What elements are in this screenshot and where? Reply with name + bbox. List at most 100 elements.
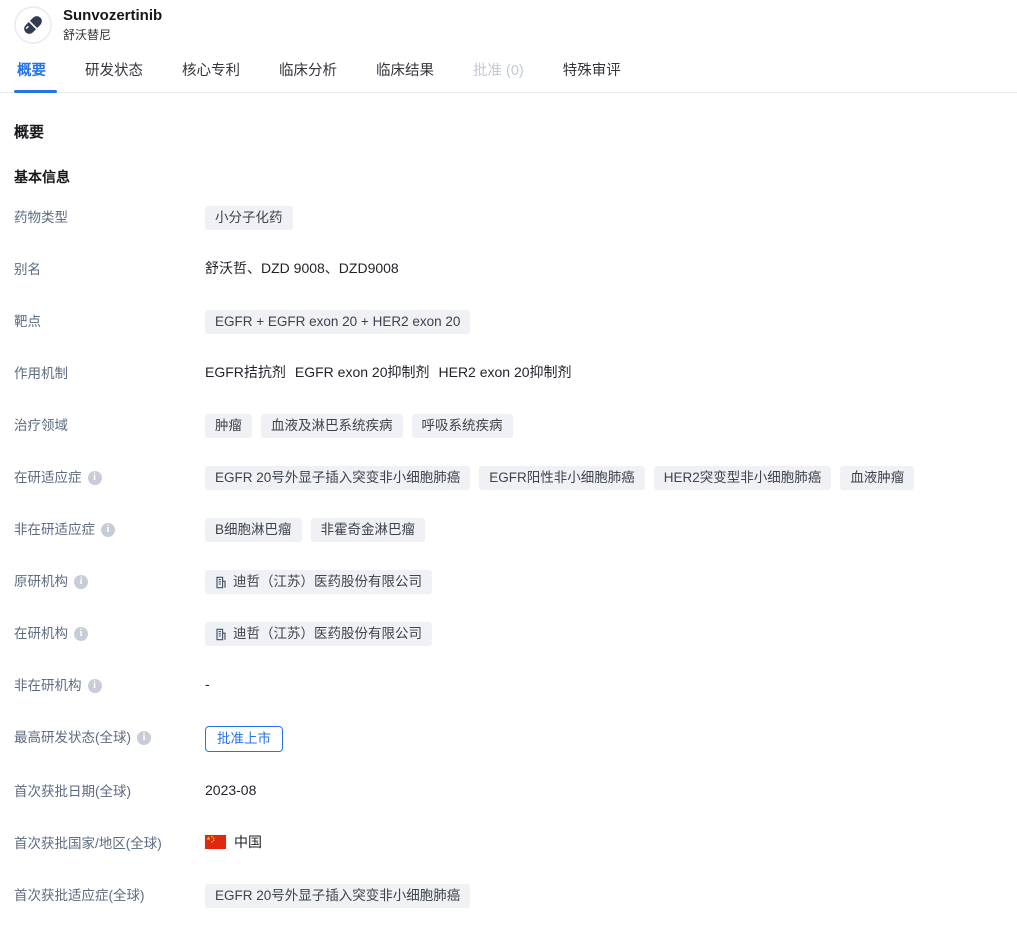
tab-label: 临床分析: [279, 63, 337, 79]
field-label-text: 在研机构: [14, 625, 68, 642]
field-value: EGFR + EGFR exon 20 + HER2 exon 20: [205, 310, 1003, 334]
field-label-text: 非在研机构: [14, 677, 82, 694]
field-row-therapy-area: 治疗领域 肿瘤血液及淋巴系统疾病呼吸系统疾病: [14, 414, 1003, 438]
tag-therapy-area[interactable]: 血液及淋巴系统疾病: [261, 414, 403, 438]
field-label-text: 非在研适应症: [14, 521, 95, 538]
field-row-target: 靶点 EGFR + EGFR exon 20 + HER2 exon 20: [14, 310, 1003, 334]
field-label-text: 药物类型: [14, 209, 68, 226]
field-value: 中国: [205, 832, 1003, 852]
field-label: 首次获批国家/地区(全球): [14, 832, 205, 852]
field-label: 首次获批适应症(全球): [14, 884, 205, 904]
field-row-alias: 别名 舒沃哲、DZD 9008、DZD9008: [14, 258, 1003, 282]
info-icon[interactable]: [101, 523, 115, 537]
country-value: 中国: [205, 832, 262, 852]
overview-content: 概要 基本信息 药物类型 小分子化药 别名 舒沃哲、DZD 9008、DZD90…: [0, 121, 1017, 908]
field-label: 靶点: [14, 310, 205, 330]
field-value: EGFR拮抗剂 EGFR exon 20抑制剂 HER2 exon 20抑制剂: [205, 362, 1003, 382]
field-label: 非在研适应症: [14, 518, 205, 538]
tab-label: 批准 (0): [473, 63, 524, 79]
field-value: EGFR 20号外显子插入突变非小细胞肺癌 EGFR阳性非小细胞肺癌 HER2突变型…: [205, 466, 1003, 490]
field-value: 肿瘤血液及淋巴系统疾病呼吸系统疾病: [205, 414, 1003, 438]
subsection-title: 基本信息: [14, 167, 1003, 187]
field-row-originator-org: 原研机构 迪哲（江苏）医药股份有限公司: [14, 570, 1003, 594]
fields-list: 药物类型 小分子化药 别名 舒沃哲、DZD 9008、DZD9008 靶点 EG…: [14, 206, 1003, 908]
value-item-mechanism: EGFR拮抗剂: [205, 362, 286, 382]
tag-active-indications[interactable]: 血液肿瘤: [840, 466, 914, 490]
field-label: 非在研机构: [14, 674, 205, 694]
field-label: 别名: [14, 258, 205, 278]
field-label-text: 首次获批国家/地区(全球): [14, 835, 162, 852]
value-text-alias: 舒沃哲、DZD 9008、DZD9008: [205, 258, 399, 278]
china-flag-icon: [205, 835, 226, 849]
tab-overview[interactable]: 概要: [14, 50, 49, 92]
info-icon[interactable]: [137, 731, 151, 745]
field-label-text: 在研适应症: [14, 469, 82, 486]
capsule-icon: [14, 6, 52, 44]
info-icon[interactable]: [88, 679, 102, 693]
field-row-active-org: 在研机构 迪哲（江苏）医药股份有限公司: [14, 622, 1003, 646]
field-label: 在研适应症: [14, 466, 205, 486]
tag-target[interactable]: EGFR + EGFR exon 20 + HER2 exon 20: [205, 310, 470, 334]
tab-special-review[interactable]: 特殊审评: [560, 50, 624, 92]
field-row-active-indications: 在研适应症 EGFR 20号外显子插入突变非小细胞肺癌 EGFR阳性非小细胞肺癌 H…: [14, 466, 1003, 490]
tab-clinical-analysis[interactable]: 临床分析: [276, 50, 340, 92]
field-row-inactive-org: 非在研机构 -: [14, 674, 1003, 698]
field-row-inactive-indications: 非在研适应症 B细胞淋巴瘤非霍奇金淋巴瘤: [14, 518, 1003, 542]
field-label-text: 原研机构: [14, 573, 68, 590]
tab-core-patents[interactable]: 核心专利: [179, 50, 243, 92]
tag-therapy-area[interactable]: 肿瘤: [205, 414, 252, 438]
field-value: 迪哲（江苏）医药股份有限公司: [205, 570, 1003, 594]
field-value: 舒沃哲、DZD 9008、DZD9008: [205, 258, 1003, 278]
field-label-text: 别名: [14, 261, 41, 278]
org-tag-active-org[interactable]: 迪哲（江苏）医药股份有限公司: [205, 622, 432, 646]
tab-approvals: 批准 (0): [470, 50, 527, 92]
field-label: 在研机构: [14, 622, 205, 642]
field-value: -: [205, 674, 1003, 694]
field-label-text: 作用机制: [14, 365, 68, 382]
tag-active-indications[interactable]: HER2突变型非小细胞肺癌: [654, 466, 832, 490]
org-tag-originator-org[interactable]: 迪哲（江苏）医药股份有限公司: [205, 570, 432, 594]
info-icon[interactable]: [74, 627, 88, 641]
tab-label: 临床结果: [376, 63, 434, 79]
field-row-mechanism: 作用机制 EGFR拮抗剂 EGFR exon 20抑制剂 HER2 exon 20抑…: [14, 362, 1003, 386]
tag-drug-type[interactable]: 小分子化药: [205, 206, 293, 230]
field-label: 原研机构: [14, 570, 205, 590]
field-row-highest-status: 最高研发状态(全球) 批准上市: [14, 726, 1003, 752]
field-label: 最高研发状态(全球): [14, 726, 205, 746]
field-row-drug-type: 药物类型 小分子化药: [14, 206, 1003, 230]
tag-active-indications[interactable]: EGFR 20号外显子插入突变非小细胞肺癌: [205, 466, 470, 490]
tab-clinical-results[interactable]: 临床结果: [373, 50, 437, 92]
drug-title: Sunvozertinib: [63, 7, 162, 25]
drug-subtitle: 舒沃替尼: [63, 28, 162, 43]
building-icon: [215, 576, 227, 589]
tag-therapy-area[interactable]: 呼吸系统疾病: [412, 414, 513, 438]
tab-rd-status[interactable]: 研发状态: [82, 50, 146, 92]
tag-inactive-indications[interactable]: 非霍奇金淋巴瘤: [311, 518, 426, 542]
field-value: 迪哲（江苏）医药股份有限公司: [205, 622, 1003, 646]
field-row-first-approval-date: 首次获批日期(全球) 2023-08: [14, 780, 1003, 804]
tab-label: 核心专利: [182, 63, 240, 79]
org-name: 迪哲（江苏）医药股份有限公司: [233, 625, 422, 643]
field-label: 治疗领域: [14, 414, 205, 434]
info-icon[interactable]: [74, 575, 88, 589]
info-icon[interactable]: [88, 471, 102, 485]
field-label-text: 治疗领域: [14, 417, 68, 434]
section-title: 概要: [14, 121, 1003, 142]
org-name: 迪哲（江苏）医药股份有限公司: [233, 573, 422, 591]
tag-active-indications[interactable]: EGFR阳性非小细胞肺癌: [479, 466, 645, 490]
field-value: B细胞淋巴瘤非霍奇金淋巴瘤: [205, 518, 1003, 542]
value-text-inactive-org: -: [205, 674, 210, 694]
tab-label: 研发状态: [85, 63, 143, 79]
value-text-first-approval-date: 2023-08: [205, 780, 256, 800]
tab-bar: 概要 研发状态 核心专利 临床分析 临床结果 批准 (0) 特殊审评: [0, 50, 1017, 93]
field-value: 2023-08: [205, 780, 1003, 800]
field-label: 药物类型: [14, 206, 205, 226]
field-label: 首次获批日期(全球): [14, 780, 205, 800]
status-badge[interactable]: 批准上市: [205, 726, 283, 752]
tag-inactive-indications[interactable]: B细胞淋巴瘤: [205, 518, 302, 542]
value-item-mechanism: HER2 exon 20抑制剂: [439, 362, 572, 382]
drug-title-block: Sunvozertinib 舒沃替尼: [63, 7, 162, 43]
tab-label: 概要: [17, 63, 46, 79]
drug-detail-page: Sunvozertinib 舒沃替尼 概要 研发状态 核心专利 临床分析 临床结果 批准 …: [0, 0, 1017, 908]
value-item-mechanism: EGFR exon 20抑制剂: [295, 362, 430, 382]
